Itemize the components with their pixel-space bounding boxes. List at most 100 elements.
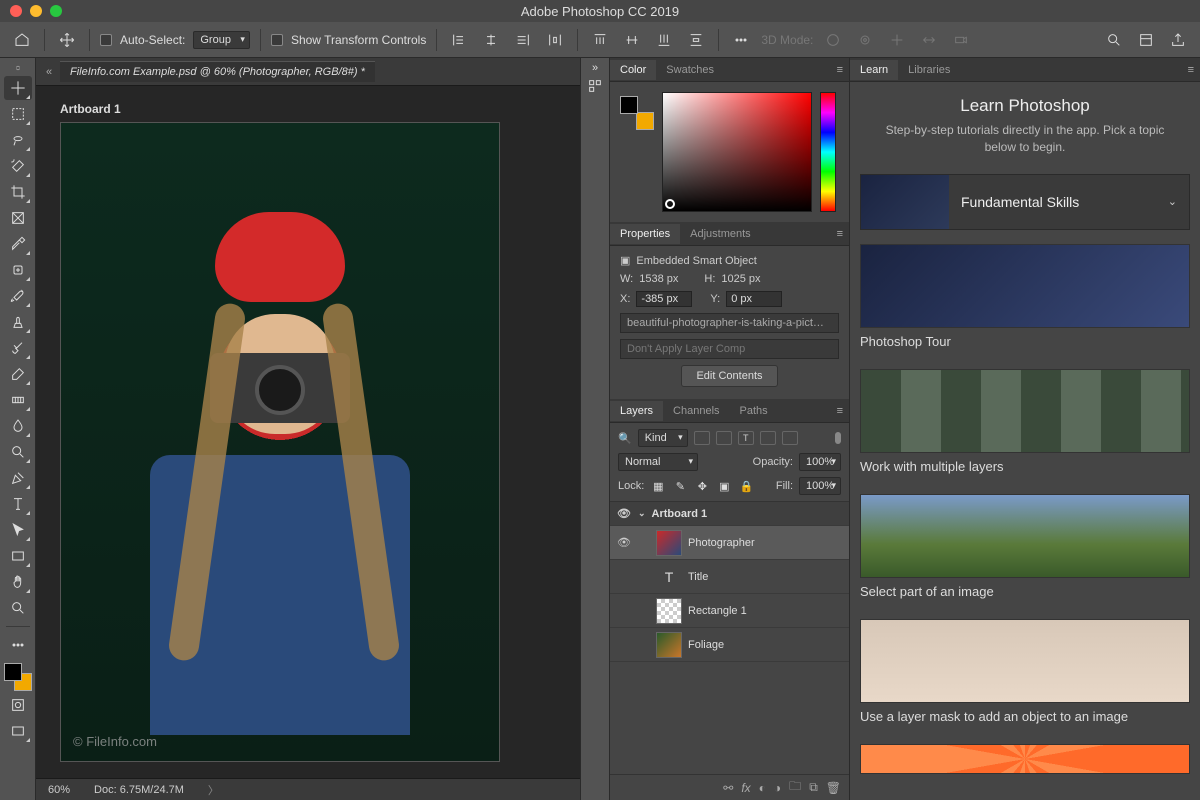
filter-pixel-icon[interactable] [694,431,710,445]
visibility-icon[interactable]: 👁 [616,536,632,549]
lock-pixels-icon[interactable]: ✎ [672,478,688,494]
opacity-input[interactable]: 100% [799,453,841,471]
align-center-h-icon[interactable] [479,28,503,52]
edit-contents-button[interactable]: Edit Contents [681,365,777,387]
workspace-icon[interactable] [1134,28,1158,52]
prop-x-input[interactable] [636,291,692,307]
tab-learn[interactable]: Learn [850,60,898,80]
window-zoom[interactable] [50,5,62,17]
lock-position-icon[interactable]: ✥ [694,478,710,494]
transform-checkbox[interactable] [271,34,283,46]
dodge-tool[interactable] [4,440,32,464]
path-selection-tool[interactable] [4,518,32,542]
screenmode-tool[interactable] [4,719,32,743]
share-icon[interactable] [1166,28,1190,52]
pen-tool[interactable] [4,466,32,490]
tutorial-card[interactable]: Use a layer mask to add an object to an … [860,619,1190,724]
marquee-tool[interactable] [4,102,32,126]
home-icon[interactable] [10,28,34,52]
zoom-tool[interactable] [4,596,32,620]
tutorial-card[interactable]: Photoshop Tour [860,244,1190,349]
strip-expand-icon[interactable]: » [583,62,607,74]
magic-wand-tool[interactable] [4,154,32,178]
align-bottom-icon[interactable] [652,28,676,52]
hand-tool[interactable] [4,570,32,594]
layer-row[interactable]: Foliage [610,628,849,662]
hue-slider[interactable] [820,92,836,212]
tab-color[interactable]: Color [610,60,656,80]
zoom-level[interactable]: 60% [48,784,70,796]
search-icon[interactable] [1102,28,1126,52]
align-right-icon[interactable] [511,28,535,52]
more-icon[interactable] [729,28,753,52]
blend-mode-dropdown[interactable]: Normal [618,453,698,471]
panel-menu-icon[interactable]: ≡ [831,64,849,76]
adjustment-icon[interactable]: ◑ [774,781,781,795]
layercomp-dropdown[interactable]: Don't Apply Layer Comp [620,339,839,359]
healing-brush-tool[interactable] [4,258,32,282]
rectangle-tool[interactable] [4,544,32,568]
tab-libraries[interactable]: Libraries [898,60,960,80]
layer-row[interactable]: 👁 Photographer [610,526,849,560]
crop-tool[interactable] [4,180,32,204]
align-top-icon[interactable] [588,28,612,52]
history-panel-icon[interactable] [583,74,607,98]
tab-swatches[interactable]: Swatches [656,60,724,80]
tab-properties[interactable]: Properties [610,224,680,244]
filter-type-icon[interactable]: T [738,431,754,445]
history-brush-tool[interactable] [4,336,32,360]
distribute-v-icon[interactable] [684,28,708,52]
eyedropper-tool[interactable] [4,232,32,256]
tutorial-card[interactable] [860,744,1190,774]
lock-all-icon[interactable]: 🔒 [738,478,754,494]
panel-menu-icon[interactable]: ≡ [1182,64,1200,76]
filter-toggle[interactable] [835,432,841,444]
tab-adjustments[interactable]: Adjustments [680,224,761,244]
visibility-icon[interactable]: 👁 [616,507,632,520]
document-tab[interactable]: FileInfo.com Example.psd @ 60% (Photogra… [60,61,375,82]
foreground-swatch[interactable] [4,663,22,681]
panel-menu-icon[interactable]: ≡ [831,228,849,240]
group-icon[interactable]: 🗀 [789,777,801,798]
doc-size[interactable]: Doc: 6.75M/24.7M [94,784,184,796]
window-minimize[interactable] [30,5,42,17]
align-center-v-icon[interactable] [620,28,644,52]
layer-row[interactable]: Rectangle 1 [610,594,849,628]
clone-stamp-tool[interactable] [4,310,32,334]
layer-row-artboard[interactable]: 👁 ⌄ Artboard 1 [610,502,849,526]
layer-filter-dropdown[interactable]: Kind [638,429,688,447]
blur-tool[interactable] [4,414,32,438]
gradient-tool[interactable] [4,388,32,412]
window-close[interactable] [10,5,22,17]
move-tool[interactable] [4,76,32,100]
tab-paths[interactable]: Paths [730,401,778,421]
color-swatches[interactable] [4,663,32,691]
layer-row[interactable]: T Title [610,560,849,594]
tab-layers[interactable]: Layers [610,401,663,421]
lock-transparency-icon[interactable]: ▦ [650,478,666,494]
fill-input[interactable]: 100% [799,477,841,495]
link-layers-icon[interactable]: ⚯ [723,781,733,795]
autoselect-checkbox[interactable] [100,34,112,46]
autoselect-dropdown[interactable]: Group [193,31,250,49]
lasso-tool[interactable] [4,128,32,152]
tools-collapse-icon[interactable] [6,62,30,74]
delete-icon[interactable]: 🗑 [826,781,841,795]
tutorial-card[interactable]: Work with multiple layers [860,369,1190,474]
brush-tool[interactable] [4,284,32,308]
panel-menu-icon[interactable]: ≡ [831,405,849,417]
filter-adjust-icon[interactable] [716,431,732,445]
tutorial-card[interactable]: Select part of an image [860,494,1190,599]
color-fg-swatch[interactable] [620,96,638,114]
tab-channels[interactable]: Channels [663,401,729,421]
frame-tool[interactable] [4,206,32,230]
distribute-h-icon[interactable] [543,28,567,52]
align-left-icon[interactable] [447,28,471,52]
fx-icon[interactable]: fx [741,781,750,795]
lock-artboard-icon[interactable]: ▣ [716,478,732,494]
mask-icon[interactable]: ◐ [759,781,766,795]
canvas[interactable]: © FileInfo.com [60,122,500,762]
color-bg-swatch[interactable] [636,112,654,130]
filter-smart-icon[interactable] [782,431,798,445]
edit-toolbar-icon[interactable] [4,633,32,657]
